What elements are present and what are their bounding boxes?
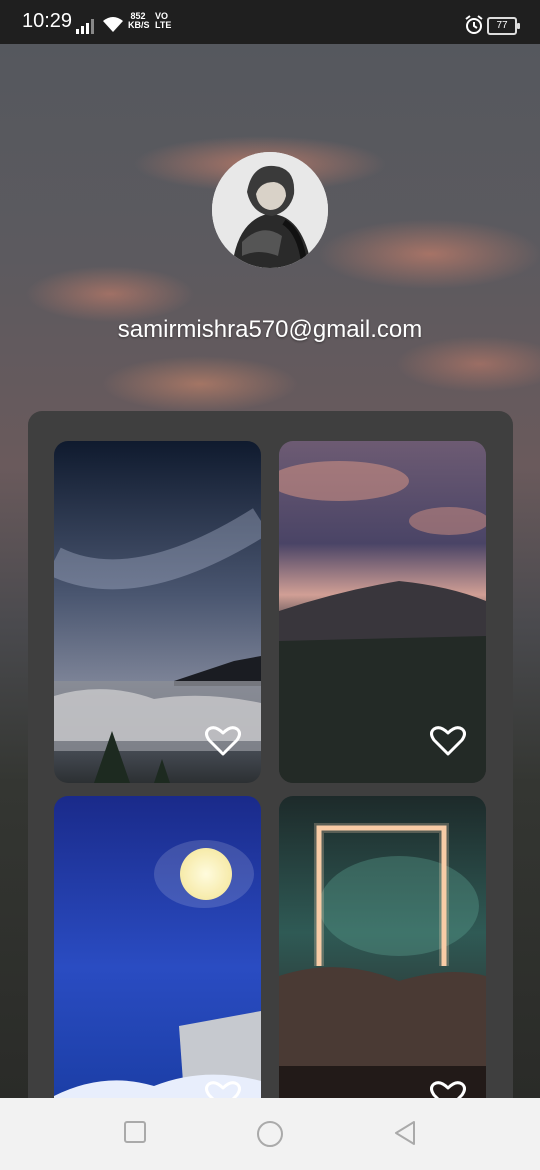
- signal-icon: [76, 18, 98, 34]
- favorites-panel: [28, 411, 513, 1111]
- alarm-icon: [464, 15, 484, 40]
- user-email: samirmishra570@gmail.com: [117, 316, 423, 343]
- wallpaper-card[interactable]: [279, 441, 486, 783]
- wallpaper-card[interactable]: [279, 796, 486, 1111]
- status-bar: 10:29 852 KB/S VO LTE 77: [0, 0, 540, 44]
- net-speed: 852 KB/S: [128, 11, 150, 30]
- wifi-icon: [101, 15, 125, 38]
- status-time: 10:29: [22, 10, 73, 32]
- wallpaper-card[interactable]: [54, 796, 261, 1111]
- avatar[interactable]: [212, 152, 328, 268]
- favorite-heart-icon[interactable]: [205, 725, 241, 757]
- wallpaper-card[interactable]: [54, 441, 261, 783]
- back-icon[interactable]: [393, 1120, 417, 1151]
- battery-indicator: 77: [487, 17, 520, 35]
- square-icon[interactable]: [123, 1120, 147, 1149]
- volte-indicator: VO LTE: [155, 11, 172, 30]
- favorite-heart-icon[interactable]: [430, 725, 466, 757]
- system-nav-bar: [0, 1098, 540, 1170]
- circle-icon[interactable]: [256, 1120, 284, 1153]
